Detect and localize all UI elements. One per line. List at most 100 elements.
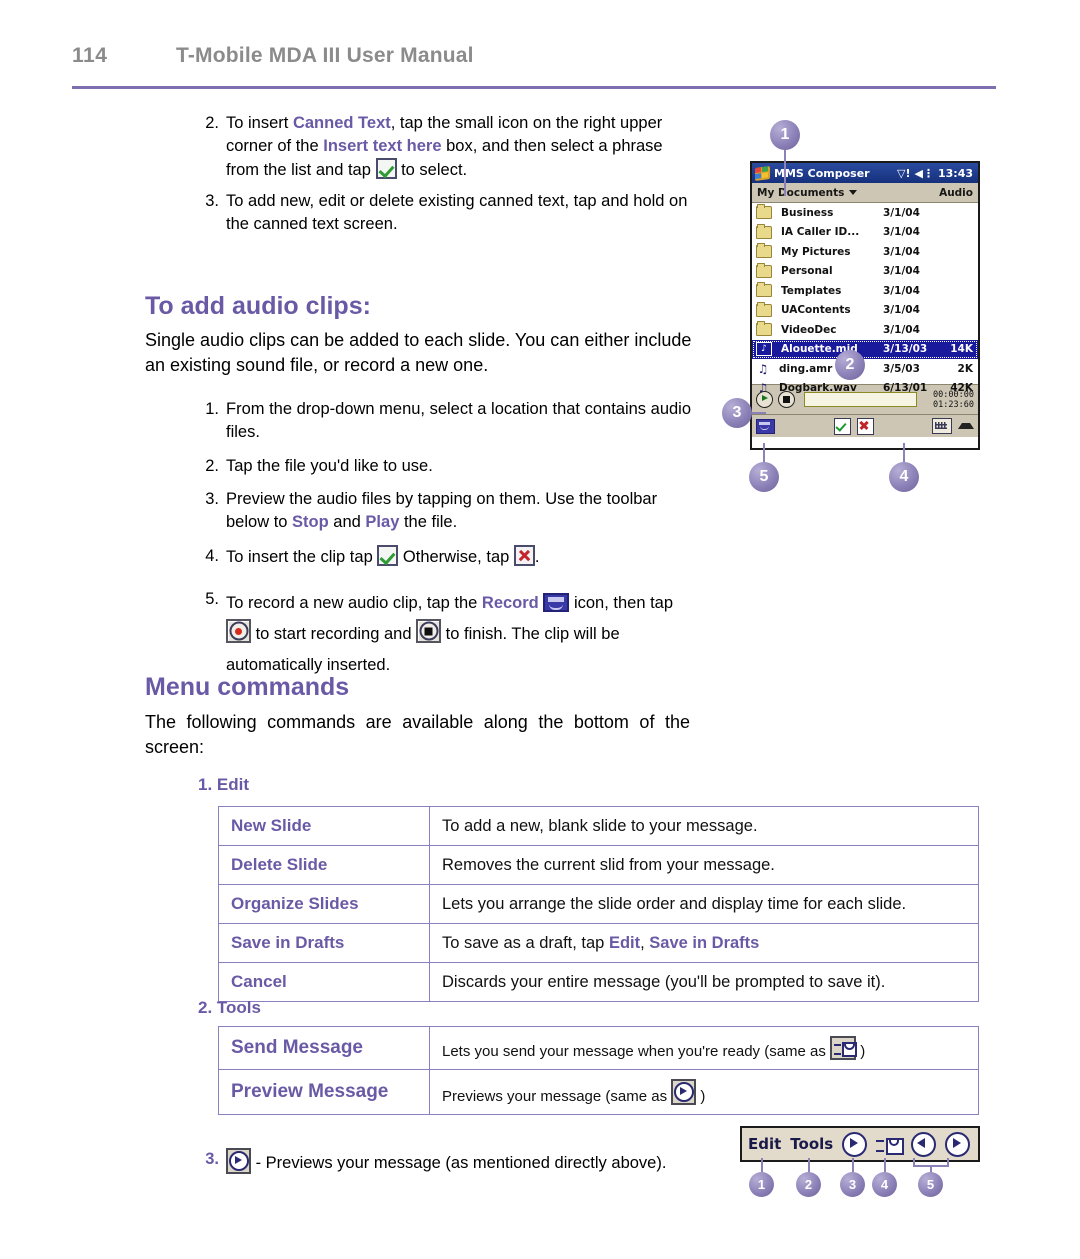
menu-callout-badge-1: 1: [749, 1172, 774, 1197]
step-text: From the drop-down menu, select a locati…: [226, 400, 692, 441]
record-face-icon[interactable]: [756, 418, 775, 434]
command-name: Save in Drafts: [218, 923, 430, 963]
folder-icon: [756, 262, 772, 278]
list-item[interactable]: Personal 3/1/04: [752, 262, 978, 282]
record-term: Record: [481, 594, 539, 612]
stop-button[interactable]: [778, 391, 795, 408]
check-icon: [377, 545, 399, 566]
menu-tools-label[interactable]: Tools: [790, 1135, 833, 1153]
step-text: To insert the clip tap Otherwise, tap .: [226, 545, 539, 569]
confirm-check-icon[interactable]: [833, 417, 851, 435]
subheading-tools: 2. Tools: [198, 998, 261, 1017]
play-term: Play: [365, 513, 400, 531]
list-item-final-note: 3. - Previews your message (as mentioned…: [195, 1148, 695, 1176]
menu-leader-2: [808, 1158, 810, 1172]
chevron-down-icon[interactable]: [849, 190, 858, 195]
table-row: Preview Message Previews your message (s…: [218, 1069, 979, 1115]
file-date: 3/1/04: [883, 226, 920, 239]
chevron-up-icon[interactable]: [958, 423, 974, 429]
list-item[interactable]: Templates 3/1/04: [752, 281, 978, 301]
step-text: To add new, edit or delete existing cann…: [226, 192, 688, 233]
step2-part1: To insert: [226, 114, 293, 132]
next-slide-icon[interactable]: [945, 1131, 971, 1157]
file-name: ding.amr: [779, 362, 833, 375]
list-item[interactable]: VideoDec 3/1/04: [752, 320, 978, 340]
step-number: 4.: [205, 547, 219, 565]
list-item[interactable]: IA Caller ID... 3/1/04: [752, 223, 978, 243]
send-message-icon[interactable]: [876, 1135, 905, 1155]
file-date: 3/1/04: [883, 323, 920, 336]
step-number: 3.: [205, 1150, 219, 1168]
time-elapsed: 00:00:00: [933, 389, 974, 400]
stop-recording-icon: [416, 619, 442, 643]
menu-edit-label[interactable]: Edit: [748, 1135, 781, 1153]
step-number: 2.: [205, 457, 219, 475]
step5-a: icon, then tap: [569, 594, 674, 612]
step-number: 3.: [205, 192, 219, 210]
previous-slide-icon[interactable]: [911, 1131, 937, 1157]
step-text: Preview the audio files by tapping on th…: [226, 488, 700, 534]
command-name: Send Message: [218, 1026, 430, 1070]
folder-icon: [756, 321, 772, 337]
file-name: Business: [781, 206, 834, 219]
command-description: Removes the current slid from your messa…: [429, 845, 979, 885]
file-name: Personal: [781, 265, 833, 278]
location-dropdown-label[interactable]: My Documents: [757, 187, 844, 199]
file-date: 3/1/04: [883, 245, 920, 258]
section-heading-audio-clips: To add audio clips:: [145, 292, 371, 320]
edit-link: Edit: [608, 933, 641, 952]
pda-clock: 13:43: [937, 166, 973, 180]
canned-text-term: Canned Text: [292, 114, 391, 132]
list-item-audio-1: 1. From the drop-down menu, select a loc…: [195, 398, 695, 444]
folder-icon: [756, 204, 772, 220]
folder-icon: [756, 282, 772, 298]
filter-label-audio[interactable]: Audio: [939, 187, 973, 199]
file-date: 3/1/04: [883, 265, 920, 278]
menu-callout-badge-4: 4: [872, 1172, 897, 1197]
menu-callout-badge-3: 3: [840, 1172, 865, 1197]
step5-b: to start recording and: [251, 625, 417, 643]
list-item[interactable]: UAContents 3/1/04: [752, 301, 978, 321]
command-description: To save as a draft, tap Edit, Save in Dr…: [429, 923, 979, 963]
command-description: Discards your entire message (you'll be …: [429, 962, 979, 1002]
record-face-icon: [543, 593, 570, 612]
file-date: 3/1/04: [883, 206, 920, 219]
command-name: Organize Slides: [218, 884, 430, 924]
menu-bar-graphic: Edit Tools: [740, 1126, 980, 1162]
send-desc-pre: Lets you send your message when you're r…: [442, 1043, 831, 1060]
menu-leader-3: [852, 1158, 854, 1172]
save-in-drafts-link: Save in Drafts: [649, 933, 760, 952]
music-note-icon: ♫: [757, 361, 769, 376]
callout-badge-1: 1: [770, 120, 800, 150]
callout-badge-3: 3: [722, 398, 752, 428]
cancel-x-icon[interactable]: [856, 417, 874, 435]
list-item[interactable]: ♫ ding.amr 3/5/03 2K: [752, 359, 978, 379]
book-title: T-Mobile MDA III User Manual: [176, 44, 474, 67]
time-total: 01:23:60: [933, 399, 974, 410]
preview-play-icon[interactable]: [842, 1131, 868, 1157]
file-name: VideoDec: [781, 323, 837, 336]
keyboard-icon[interactable]: [932, 418, 952, 434]
pda-file-list[interactable]: Business 3/1/04 IA Caller ID... 3/1/04 M…: [752, 203, 978, 394]
list-item-selected[interactable]: ♪ Alouette.mid 3/13/03 14K: [752, 339, 978, 359]
music-note-icon: ♪: [756, 342, 772, 357]
pda-command-bar[interactable]: [752, 414, 978, 437]
menu-leader-4: [884, 1158, 886, 1172]
command-description: Lets you send your message when you're r…: [429, 1026, 979, 1070]
seek-bar[interactable]: [804, 392, 917, 407]
table-row: Save in Drafts To save as a draft, tap E…: [218, 923, 979, 963]
step-number: 3.: [205, 490, 219, 508]
step2-part7: to select.: [396, 161, 468, 179]
callout-badge-4: 4: [889, 462, 919, 492]
send-desc-post: ): [856, 1043, 866, 1060]
command-name: Cancel: [218, 962, 430, 1002]
file-size: 14K: [950, 343, 973, 356]
stop-term: Stop: [292, 513, 329, 531]
table-row: Cancel Discards your entire message (you…: [218, 962, 979, 1002]
list-item[interactable]: Business 3/1/04: [752, 203, 978, 223]
header-divider: [72, 86, 996, 89]
play-button[interactable]: [756, 391, 773, 408]
step-number: 1.: [205, 400, 219, 418]
list-item[interactable]: My Pictures 3/1/04: [752, 242, 978, 262]
menu-intro-paragraph: The following commands are available alo…: [145, 712, 690, 757]
